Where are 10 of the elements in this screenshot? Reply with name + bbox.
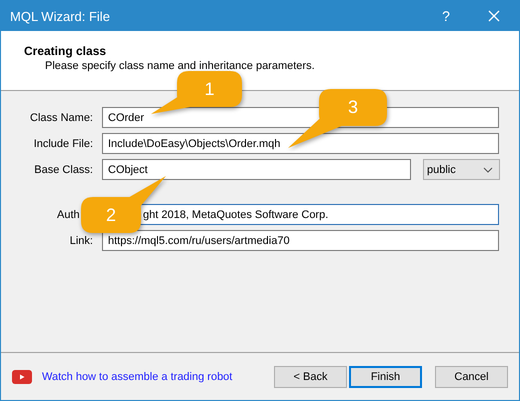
field-label: Link:	[68, 234, 93, 246]
window-title: MQL Wizard: File	[10, 8, 111, 24]
callout-tooltip: 1	[151, 71, 242, 114]
callout-tooltip: 3	[288, 89, 387, 148]
page-heading: Creating class	[24, 44, 108, 58]
field-label: Auth	[56, 208, 81, 220]
page-description: Please specify class name and inheritance parameters.	[45, 60, 316, 72]
field-label: Base Class:	[33, 164, 93, 176]
field-label: Class Name:	[29, 112, 93, 124]
field-label: Include File:	[32, 138, 93, 150]
